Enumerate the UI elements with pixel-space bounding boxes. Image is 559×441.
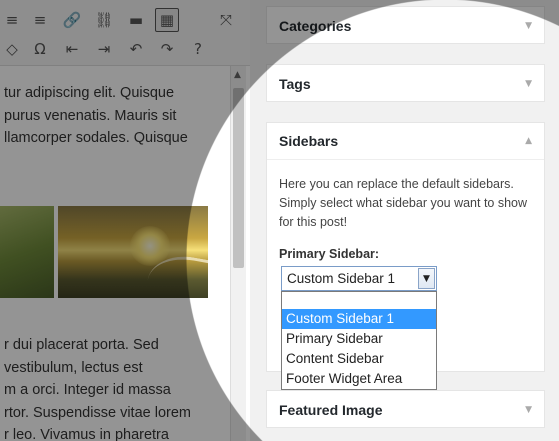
dropdown-blank-row[interactable] xyxy=(282,292,436,309)
toolbar-toggle-icon[interactable]: ▦ xyxy=(155,8,179,32)
scroll-up-icon[interactable]: ▲ xyxy=(234,70,241,80)
categories-metabox: Categories ▼ xyxy=(266,6,545,44)
sidebars-metabox: Sidebars ▲ Here you can replace the defa… xyxy=(266,122,545,390)
collapse-arrow-icon[interactable]: ▲ xyxy=(525,136,532,146)
metabox-title: Tags xyxy=(279,75,311,92)
metabox-title: Categories xyxy=(279,17,352,34)
text-line: purus venenatis. Mauris sit xyxy=(4,107,177,124)
read-more-icon[interactable]: ▬ xyxy=(124,8,148,32)
text-line: rtor. Suspendisse vitae lorem xyxy=(4,404,191,421)
text-line: r leo. Vivamus in pharetra xyxy=(4,427,169,441)
dropdown-option-custom-sidebar-1[interactable]: Custom Sidebar 1 xyxy=(282,309,436,329)
chevron-down-icon[interactable]: ▼ xyxy=(418,268,435,289)
metabox-title: Featured Image xyxy=(279,401,383,418)
editor-paragraph-2[interactable]: r dui placerat porta. Sed vestibulum, le… xyxy=(4,334,191,441)
help-icon[interactable]: ? xyxy=(186,37,210,61)
outdent-icon[interactable]: ⇤ xyxy=(60,37,84,61)
post-editor: ≡ ≡ 🔗 ⛓ ▬ ▦ ⤧ ◇ Ω ⇤ ⇥ ↶ ↷ ? tur adipisci… xyxy=(0,0,250,441)
special-character-icon[interactable]: Ω xyxy=(28,37,52,61)
categories-header[interactable]: Categories ▼ xyxy=(267,7,544,44)
dropdown-option-footer-widget-area[interactable]: Footer Widget Area xyxy=(282,369,436,389)
align-left-icon[interactable]: ≡ xyxy=(0,8,24,32)
text-line: llamcorper sodales. Quisque xyxy=(4,130,188,146)
featured-image-header[interactable]: Featured Image ▼ xyxy=(267,391,544,428)
primary-sidebar-select[interactable]: Custom Sidebar 1 ▼ xyxy=(281,266,437,291)
expand-arrow-icon[interactable]: ▼ xyxy=(525,79,532,89)
editor-paragraph-1[interactable]: tur adipiscing elit. Quisque purus venen… xyxy=(4,82,188,150)
dropdown-option-content-sidebar[interactable]: Content Sidebar xyxy=(282,349,436,369)
sidebar-dropdown-list: Custom Sidebar 1 Primary Sidebar Content… xyxy=(281,291,437,390)
scroll-thumb[interactable] xyxy=(233,88,244,268)
metabox-title: Sidebars xyxy=(279,133,339,149)
insert-link-icon[interactable]: 🔗 xyxy=(60,8,84,32)
sidebars-header[interactable]: Sidebars ▲ xyxy=(267,123,544,160)
select-value: Custom Sidebar 1 xyxy=(287,271,396,286)
gallery-image-2[interactable] xyxy=(58,206,208,298)
text-line: tur adipiscing elit. Quisque xyxy=(4,85,175,101)
dropdown-option-primary-sidebar[interactable]: Primary Sidebar xyxy=(282,329,436,349)
undo-icon[interactable]: ↶ xyxy=(124,37,148,61)
gallery-image-1[interactable] xyxy=(0,206,54,298)
redo-icon[interactable]: ↷ xyxy=(155,37,179,61)
editor-scrollbar[interactable]: ▲ xyxy=(230,66,246,441)
clear-formatting-icon[interactable]: ◇ xyxy=(0,37,24,61)
tags-metabox: Tags ▼ xyxy=(266,64,545,102)
indent-icon[interactable]: ⇥ xyxy=(92,37,116,61)
expand-arrow-icon[interactable]: ▼ xyxy=(525,21,532,31)
editor-toolbar: ≡ ≡ 🔗 ⛓ ▬ ▦ ⤧ ◇ Ω ⇤ ⇥ ↶ ↷ ? xyxy=(0,0,250,66)
fullscreen-icon[interactable]: ⤧ xyxy=(214,8,238,32)
text-line: vestibulum, lectus est xyxy=(4,359,143,376)
expand-arrow-icon[interactable]: ▼ xyxy=(525,405,532,415)
primary-sidebar-label: Primary Sidebar: xyxy=(279,247,380,261)
align-right-icon[interactable]: ≡ xyxy=(28,8,52,32)
featured-image-metabox: Featured Image ▼ xyxy=(266,390,545,428)
tags-header[interactable]: Tags ▼ xyxy=(267,65,544,102)
sidebars-description: Here you can replace the default sidebar… xyxy=(279,177,528,229)
remove-link-icon[interactable]: ⛓ xyxy=(92,8,116,32)
text-line: m a orci. Integer id massa xyxy=(4,382,171,398)
text-line: r dui placerat porta. Sed xyxy=(4,337,159,353)
